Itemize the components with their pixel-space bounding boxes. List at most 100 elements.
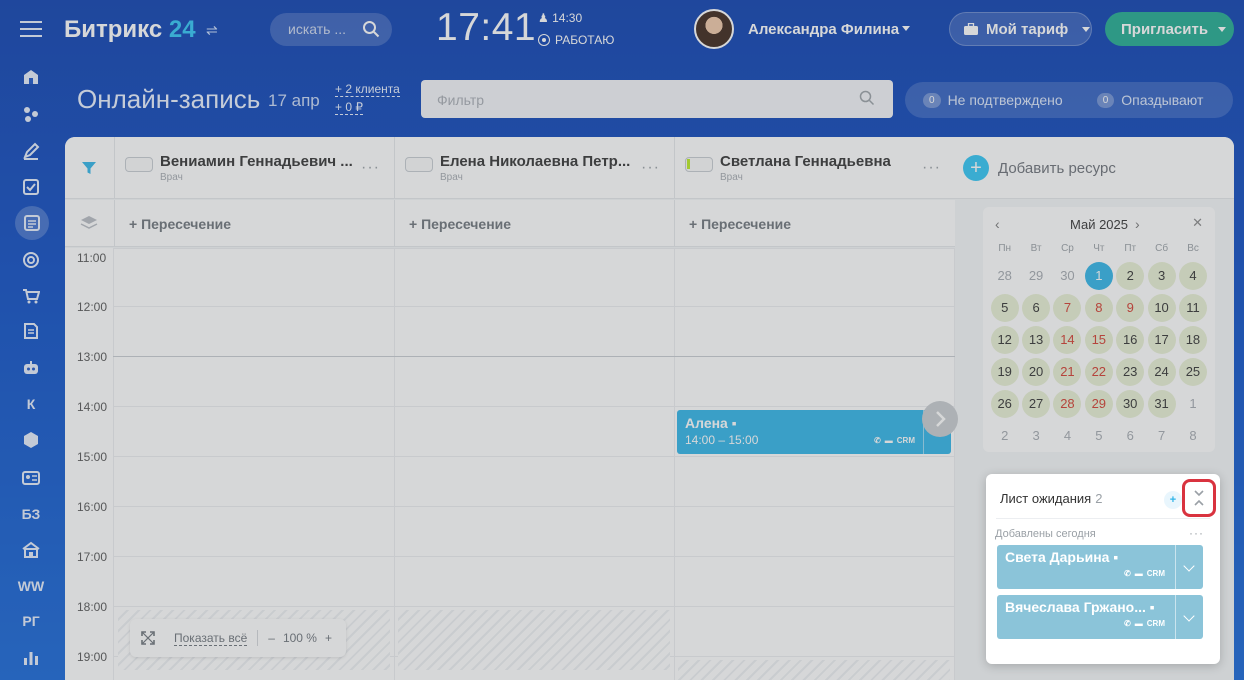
day[interactable]: 8 [1084,294,1113,322]
more-icon[interactable]: ··· [641,159,660,177]
resource-column[interactable]: Светлана Геннадьевна Врач ··· [674,137,955,199]
day[interactable]: 20 [1022,358,1051,386]
chat-icon[interactable]: ▬ [1135,619,1143,628]
resource-toggle[interactable] [685,157,713,172]
rail-item-k[interactable]: К [14,389,48,419]
rail-item-rg[interactable]: РГ [14,606,48,636]
day[interactable]: 19 [990,358,1019,386]
day[interactable]: 26 [990,390,1019,418]
page-date[interactable]: 17 апр [268,91,320,111]
day[interactable]: 25 [1178,358,1207,386]
booking-card[interactable]: Алена ▪ 14:00 – 15:00 ✆ ▬ CRM [677,410,951,454]
phone-icon[interactable]: ✆ [874,436,881,445]
doc-icon[interactable] [14,316,48,346]
day[interactable]: 4 [1053,422,1081,450]
waitlist-item[interactable]: Вячеслава Гржано... ▪ ✆ ▬ CRM [997,595,1203,639]
day-today[interactable]: 1 [1084,262,1113,290]
intersection-button[interactable]: + Пересечение [114,200,394,247]
resource-toggle[interactable] [125,157,153,172]
day[interactable]: 3 [1147,262,1176,290]
day[interactable]: 31 [1147,390,1176,418]
day[interactable]: 7 [1148,422,1176,450]
menu-icon[interactable] [20,20,42,38]
counter-unconfirmed[interactable]: 0 Не подтверждено [923,92,1063,108]
phone-icon[interactable]: ✆ [1124,569,1131,578]
day[interactable]: 15 [1084,326,1113,354]
rail-item-bz[interactable]: БЗ [14,499,48,529]
tariff-button[interactable]: Мой тариф [949,12,1092,46]
day[interactable]: 17 [1147,326,1176,354]
work-status[interactable]: РАБОТАЮ [538,33,614,47]
settings-icon[interactable]: ⇌ [206,22,218,39]
tasks-icon[interactable] [14,172,48,202]
day[interactable]: 23 [1116,358,1145,386]
crm-icon[interactable]: CRM [897,436,915,445]
time-grid[interactable]: 11:00 12:00 13:00 14:00 15:00 16:00 17:0… [65,248,958,680]
day[interactable]: 18 [1178,326,1207,354]
cart-icon[interactable] [14,281,48,311]
waitlist-item-menu[interactable] [1175,595,1203,639]
day[interactable]: 12 [990,326,1019,354]
waitlist-collapse-button[interactable] [1182,479,1216,517]
day[interactable]: 29 [1022,262,1050,290]
filter-input[interactable]: Фильтр [421,80,893,118]
chart-icon[interactable] [14,643,48,673]
phone-icon[interactable]: ✆ [1124,619,1131,628]
contact-icon[interactable] [14,463,48,493]
add-resource-button[interactable]: + Добавить ресурс [963,155,1116,181]
target-icon[interactable] [14,245,48,275]
avatar[interactable] [694,9,734,49]
home-icon[interactable] [14,62,48,92]
search-input[interactable]: искать ... [270,13,392,46]
crm-icon[interactable]: CRM [1147,569,1165,578]
resource-column[interactable]: Вениамин Геннадьевич ... Врач ··· [114,137,394,199]
day[interactable]: 2 [991,422,1019,450]
resource-toggle[interactable] [405,157,433,172]
day[interactable]: 30 [1116,390,1145,418]
day[interactable]: 7 [1053,294,1082,322]
day[interactable]: 2 [1116,262,1145,290]
day[interactable]: 28 [991,262,1019,290]
intersection-button[interactable]: + Пересечение [674,200,955,247]
more-icon[interactable]: ··· [922,159,941,177]
building-icon[interactable] [14,535,48,565]
robot-icon[interactable] [14,353,48,383]
day[interactable]: 22 [1084,358,1113,386]
chevron-down-icon[interactable] [902,26,910,31]
day[interactable]: 24 [1147,358,1176,386]
waitlist-add-button[interactable]: + [1164,491,1182,509]
more-icon[interactable]: ··· [361,159,380,177]
logo[interactable]: Битрикс 24 [64,16,196,44]
day[interactable]: 8 [1179,422,1207,450]
zoom-in-button[interactable]: + [325,631,332,645]
pen-icon[interactable] [14,136,48,166]
more-icon[interactable]: ··· [1189,526,1204,540]
day[interactable]: 5 [990,294,1019,322]
chat-icon[interactable]: ▬ [1135,569,1143,578]
filter-icon[interactable] [81,160,97,176]
chevron-right-icon[interactable]: › [1135,216,1140,232]
stat-clients[interactable]: + 2 клиента [335,82,400,97]
clock[interactable]: 17:41 [436,6,536,50]
next-resources-button[interactable] [922,401,958,437]
day[interactable]: 28 [1053,390,1082,418]
expand-icon[interactable] [140,630,156,646]
day[interactable]: 6 [1022,294,1051,322]
intersection-button[interactable]: + Пересечение [394,200,674,247]
invite-button[interactable]: Пригласить [1105,12,1234,46]
user-name[interactable]: Александра Филина [748,21,899,38]
day[interactable]: 21 [1053,358,1082,386]
resource-column[interactable]: Елена Николаевна Петр... Врач ··· [394,137,674,199]
box-icon[interactable] [14,425,48,455]
booking-icon[interactable] [15,206,49,240]
collapse-icon[interactable]: ✕ [1192,215,1203,231]
day[interactable]: 5 [1085,422,1113,450]
crm-icon[interactable]: CRM [1147,619,1165,628]
day[interactable]: 27 [1022,390,1051,418]
day[interactable]: 11 [1178,294,1207,322]
day[interactable]: 29 [1084,390,1113,418]
day[interactable]: 30 [1053,262,1081,290]
day[interactable]: 4 [1178,262,1207,290]
show-all-link[interactable]: Показать всё [174,631,248,646]
day[interactable]: 13 [1022,326,1051,354]
